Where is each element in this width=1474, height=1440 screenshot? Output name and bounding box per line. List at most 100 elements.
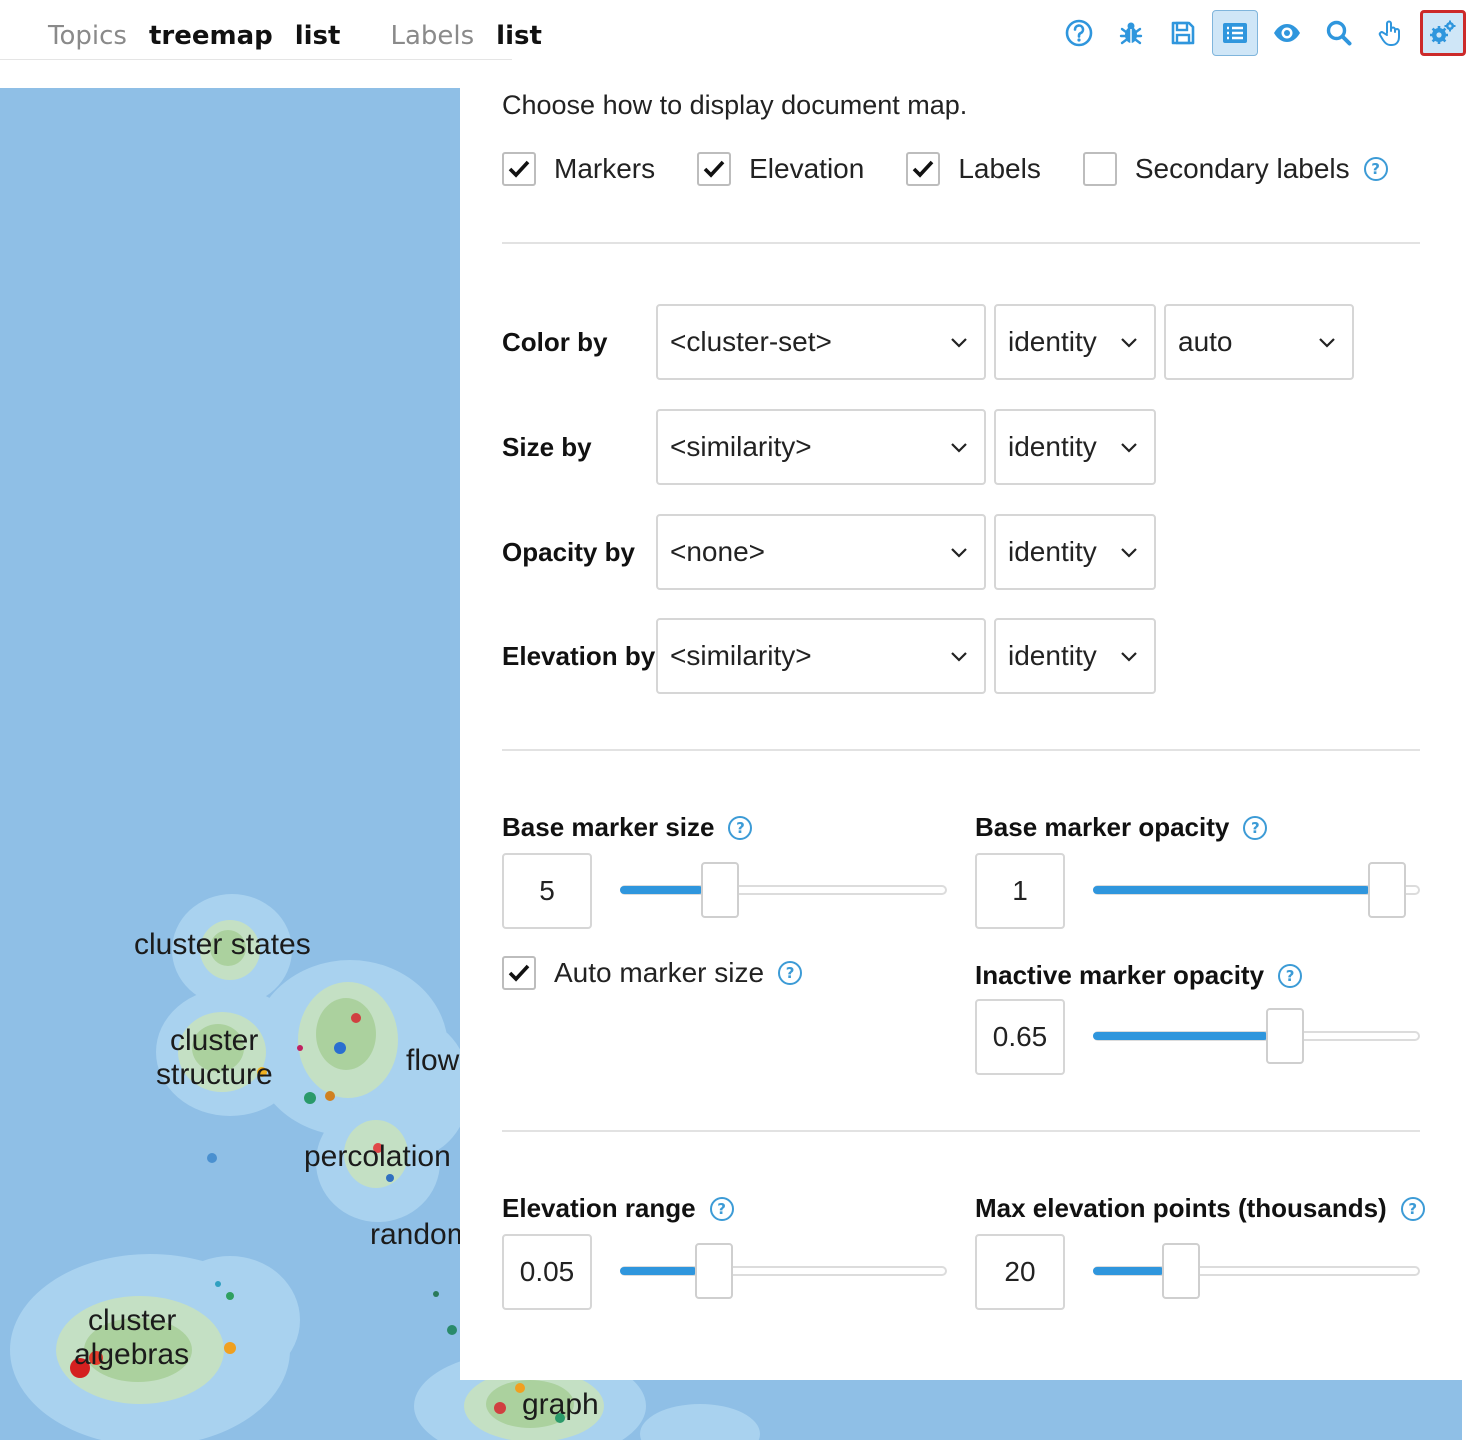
slider-fill — [1093, 1032, 1268, 1040]
max-elevation-points-heading: Max elevation points (thousands) ? — [975, 1193, 1425, 1224]
auto-marker-size-help-icon[interactable]: ? — [778, 961, 803, 985]
chevron-down-icon — [1121, 652, 1137, 662]
chevron-down-icon — [951, 443, 967, 453]
eye-icon — [1274, 24, 1300, 42]
color-by-label: Color by — [502, 326, 608, 357]
markers-checkbox[interactable]: Markers — [502, 152, 655, 186]
labels-label: Labels — [958, 153, 1041, 184]
topics-list-link[interactable]: list — [295, 21, 341, 51]
map-label-cluster-structure-1: cluster — [170, 1024, 259, 1057]
color-by-transform-select[interactable]: identity — [994, 304, 1156, 380]
chevron-down-icon — [951, 338, 967, 348]
map-label-graph: graph — [522, 1388, 599, 1421]
elevation-range-slider[interactable] — [620, 1243, 947, 1299]
elevation-range-help-icon[interactable]: ? — [709, 1196, 734, 1221]
chevron-down-icon — [1319, 338, 1335, 348]
inactive-marker-opacity-help-icon[interactable]: ? — [1278, 963, 1303, 988]
labels-checkbox[interactable]: Labels — [906, 152, 1041, 186]
slider-thumb[interactable] — [1368, 862, 1406, 918]
base-marker-size-help-icon[interactable]: ? — [728, 815, 753, 840]
base-marker-opacity-help-icon[interactable]: ? — [1243, 815, 1268, 840]
list-view-button[interactable] — [1212, 10, 1258, 56]
inactive-marker-opacity-input[interactable]: 0.65 — [975, 999, 1065, 1075]
auto-marker-size-checkbox[interactable]: Auto marker size ? — [502, 956, 803, 990]
base-marker-opacity-slider[interactable] — [1093, 862, 1420, 918]
secondary-labels-checkbox[interactable]: Secondary labels — [1082, 152, 1350, 186]
opacity-by-transform-select[interactable]: identity — [994, 514, 1156, 590]
elevation-by-transform-value: identity — [1008, 640, 1097, 671]
slider-thumb[interactable] — [695, 1243, 733, 1299]
base-marker-opacity-input[interactable]: 1 — [975, 853, 1065, 929]
labels-label: Labels — [390, 21, 475, 51]
base-marker-size-slider[interactable] — [620, 862, 947, 918]
display-toggles: Markers Elevation Labels Secondary label… — [502, 152, 1388, 186]
search-icon — [1326, 20, 1352, 46]
settings-button[interactable] — [1420, 10, 1466, 56]
markers-checkbox-box[interactable] — [502, 152, 536, 186]
max-elevation-points-label: Max elevation points (thousands) — [975, 1193, 1387, 1223]
settings-icon — [1430, 20, 1456, 44]
size-by-transform-value: identity — [1008, 431, 1097, 462]
max-elevation-points-input[interactable]: 20 — [975, 1234, 1065, 1310]
help-button[interactable] — [1056, 10, 1102, 56]
settings-panel: Choose how to display document map. Mark… — [460, 60, 1462, 1380]
opacity-by-transform-value: identity — [1008, 536, 1097, 567]
opacity-by-label: Opacity by — [502, 536, 635, 567]
elevation-label: Elevation — [749, 153, 865, 184]
debug-button[interactable] — [1108, 10, 1154, 56]
slider-fill — [1093, 1267, 1164, 1275]
color-by-palette-value: auto — [1178, 326, 1233, 357]
color-by-transform-value: identity — [1008, 326, 1097, 357]
base-marker-opacity-label: Base marker opacity — [975, 812, 1230, 842]
elevation-checkbox[interactable]: Elevation — [697, 152, 864, 186]
elevation-by-transform-select[interactable]: identity — [994, 618, 1156, 694]
interaction-button[interactable] — [1368, 10, 1414, 56]
section-divider-2 — [502, 749, 1420, 751]
checkmark-icon — [703, 160, 725, 178]
base-marker-size-input[interactable]: 5 — [502, 853, 592, 929]
max-elevation-points-slider[interactable] — [1093, 1243, 1420, 1299]
size-by-transform-select[interactable]: identity — [994, 409, 1156, 485]
map-label-cluster-algebras-1: cluster — [88, 1304, 177, 1337]
labels-checkbox-box[interactable] — [906, 152, 941, 186]
slider-thumb[interactable] — [701, 862, 739, 918]
elevation-by-field-value: <similarity> — [670, 640, 812, 671]
secondary-labels-checkbox-box[interactable] — [1082, 152, 1117, 186]
visibility-button[interactable] — [1264, 10, 1310, 56]
inactive-marker-opacity-slider[interactable] — [1093, 1008, 1420, 1064]
opacity-by-row: Opacity by <none> identity — [502, 514, 1164, 590]
elevation-by-field-select[interactable]: <similarity> — [656, 618, 986, 694]
elevation-range-input[interactable]: 0.05 — [502, 1234, 592, 1310]
search-button[interactable] — [1316, 10, 1362, 56]
slider-thumb[interactable] — [1266, 1008, 1304, 1064]
base-marker-opacity-heading: Base marker opacity ? — [975, 812, 1268, 843]
size-by-label: Size by — [502, 431, 592, 462]
section-divider-3 — [502, 1130, 1420, 1132]
help-icon — [1065, 19, 1093, 47]
save-button[interactable] — [1160, 10, 1206, 56]
list-icon — [1223, 23, 1247, 43]
size-by-row: Size by <similarity> identity — [502, 409, 1164, 485]
chevron-down-icon — [951, 652, 967, 662]
size-by-field-value: <similarity> — [670, 431, 812, 462]
auto-marker-size-checkbox-box[interactable] — [502, 956, 536, 990]
color-by-palette-select[interactable]: auto — [1164, 304, 1354, 380]
slider-fill — [620, 1267, 697, 1275]
secondary-labels-help-icon[interactable]: ? — [1363, 157, 1388, 181]
slider-fill — [620, 886, 703, 894]
color-by-field-select[interactable]: <cluster-set> — [656, 304, 986, 380]
inactive-marker-opacity-heading: Inactive marker opacity ? — [975, 960, 1303, 991]
opacity-by-field-select[interactable]: <none> — [656, 514, 986, 590]
nav-divider — [0, 59, 512, 60]
chevron-down-icon — [1121, 443, 1137, 453]
chevron-down-icon — [951, 548, 967, 558]
topics-treemap-link[interactable]: treemap — [149, 21, 273, 51]
slider-thumb[interactable] — [1162, 1243, 1200, 1299]
checkmark-icon — [508, 964, 530, 982]
labels-list-link[interactable]: list — [496, 21, 542, 51]
elevation-checkbox-box[interactable] — [697, 152, 732, 186]
size-by-field-select[interactable]: <similarity> — [656, 409, 986, 485]
toolbar — [1050, 10, 1466, 56]
max-elevation-points-help-icon[interactable]: ? — [1400, 1196, 1425, 1221]
opacity-by-field-value: <none> — [670, 536, 765, 567]
